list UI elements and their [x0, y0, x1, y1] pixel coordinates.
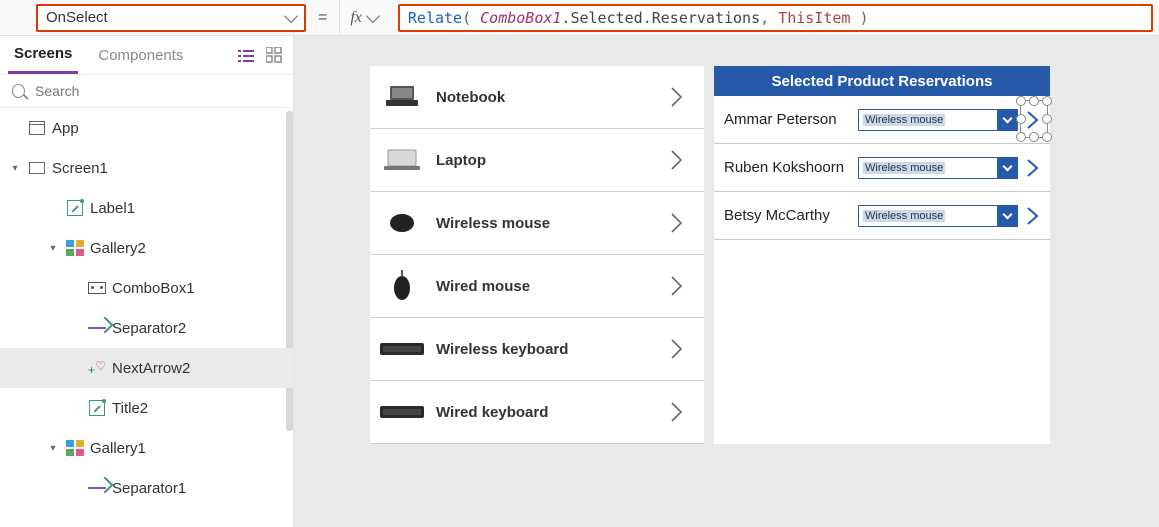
stage: Notebook Laptop Wireless mouse Wired mouse W… [370, 66, 1050, 444]
tree-panel: Screens Components App ▾ Screen1 Label1 ▾ Gal… [0, 36, 294, 527]
canvas[interactable]: Notebook Laptop Wireless mouse Wired mouse W… [294, 36, 1159, 527]
tree-node-combobox1[interactable]: ComboBox1 [0, 268, 293, 308]
tree-node-separator2[interactable]: Separator2 [0, 308, 293, 348]
tree-node-gallery2[interactable]: ▾ Gallery2 [0, 228, 293, 268]
chevron-right-icon[interactable] [670, 212, 694, 234]
product-image [380, 270, 424, 302]
product-label: Wired mouse [436, 278, 670, 295]
label-icon [60, 200, 90, 216]
list-view-icon[interactable] [235, 44, 257, 66]
tree-node-label: Title2 [112, 400, 148, 417]
tree-node-gallery1[interactable]: ▾ Gallery1 [0, 428, 293, 468]
reservation-combobox[interactable]: Wireless mouse [858, 109, 1018, 131]
reservation-row[interactable]: Ammar PetersonWireless mouse [714, 96, 1050, 144]
product-row[interactable]: Wired keyboard [370, 381, 704, 444]
fx-section: fx [339, 0, 398, 35]
product-image [380, 396, 424, 428]
chevron-down-icon [284, 9, 298, 23]
tree-node-label: App [52, 120, 79, 137]
gallery-reservations[interactable]: Selected Product Reservations Ammar Pete… [714, 66, 1050, 444]
gallery-products[interactable]: Notebook Laptop Wireless mouse Wired mouse W… [370, 66, 704, 444]
next-arrow-icon[interactable] [1022, 109, 1044, 131]
tab-screens[interactable]: Screens [8, 36, 78, 74]
twisty-icon[interactable]: ▾ [46, 443, 60, 454]
property-selector[interactable]: OnSelect [36, 4, 306, 32]
reservation-name: Ammar Peterson [724, 111, 858, 128]
product-image [380, 207, 424, 239]
twisty-icon[interactable]: ▾ [46, 243, 60, 254]
chevron-down-icon[interactable] [997, 110, 1017, 130]
tree-node-label: Gallery1 [90, 440, 146, 457]
search-box[interactable] [0, 74, 293, 108]
product-image [380, 144, 424, 176]
sep-icon [82, 321, 112, 335]
formula-input[interactable]: Relate( ComboBox1.Selected.Reservations,… [398, 4, 1153, 32]
reservation-combobox[interactable]: Wireless mouse [858, 205, 1018, 227]
formula-bar: OnSelect = fx Relate( ComboBox1.Selected… [0, 0, 1159, 36]
chevron-down-icon[interactable] [997, 206, 1017, 226]
tree-tabs: Screens Components [0, 36, 293, 74]
reservation-name: Ruben Kokshoorn [724, 159, 858, 176]
formula-text: Relate( ComboBox1.Selected.Reservations,… [408, 9, 869, 27]
app-icon [22, 121, 52, 135]
search-input[interactable] [33, 82, 281, 100]
chevron-right-icon[interactable] [670, 86, 694, 108]
chevron-right-icon[interactable] [670, 275, 694, 297]
fx-label: fx [350, 9, 362, 27]
tree-node-app[interactable]: App [0, 108, 293, 148]
combo-icon [82, 282, 112, 294]
tree-node-separator1[interactable]: Separator1 [0, 468, 293, 508]
product-label: Laptop [436, 152, 670, 169]
reservations-header: Selected Product Reservations [714, 66, 1050, 96]
product-row[interactable]: Wireless keyboard [370, 318, 704, 381]
product-row[interactable]: Laptop [370, 129, 704, 192]
tree-node-label: Label1 [90, 200, 135, 217]
next-arrow-icon[interactable] [1022, 205, 1044, 227]
chevron-right-icon[interactable] [670, 338, 694, 360]
tree-node-label: Separator2 [112, 320, 186, 337]
chevron-down-icon[interactable] [366, 9, 380, 23]
chevron-right-icon[interactable] [670, 401, 694, 423]
equals-sign: = [318, 9, 327, 27]
gallery-icon [60, 240, 90, 256]
tree-node-title2[interactable]: Title2 [0, 388, 293, 428]
gallery-icon [60, 440, 90, 456]
tab-components[interactable]: Components [92, 36, 189, 74]
reservation-name: Betsy McCarthy [724, 207, 858, 224]
product-label: Notebook [436, 89, 670, 106]
label-icon [82, 400, 112, 416]
tree-node-screen1[interactable]: ▾ Screen1 [0, 148, 293, 188]
product-row[interactable]: Wired mouse [370, 255, 704, 318]
tree-node-label: Screen1 [52, 160, 108, 177]
screen-icon [22, 162, 52, 174]
tree-node-nextarrow2[interactable]: +♡NextArrow2 [0, 348, 293, 388]
sep-icon [82, 481, 112, 495]
arrow-icon: +♡ [82, 360, 112, 376]
property-selector-value: OnSelect [46, 9, 286, 26]
reservation-combobox[interactable]: Wireless mouse [858, 157, 1018, 179]
grid-view-icon[interactable] [263, 44, 285, 66]
reservation-row[interactable]: Ruben KokshoornWireless mouse [714, 144, 1050, 192]
tree-node-label: Gallery2 [90, 240, 146, 257]
tree-node-label: NextArrow2 [112, 360, 190, 377]
product-label: Wireless keyboard [436, 341, 670, 358]
product-image [380, 81, 424, 113]
product-label: Wireless mouse [436, 215, 670, 232]
search-icon [12, 84, 25, 98]
reservation-row[interactable]: Betsy McCarthyWireless mouse [714, 192, 1050, 240]
chevron-down-icon[interactable] [997, 158, 1017, 178]
product-row[interactable]: Notebook [370, 66, 704, 129]
tree: App ▾ Screen1 Label1 ▾ Gallery2 ComboBox1 Separ… [0, 108, 293, 527]
product-row[interactable]: Wireless mouse [370, 192, 704, 255]
product-label: Wired keyboard [436, 404, 670, 421]
tree-node-label: ComboBox1 [112, 280, 195, 297]
tree-node-label: Separator1 [112, 480, 186, 497]
chevron-right-icon[interactable] [670, 149, 694, 171]
product-image [380, 333, 424, 365]
tree-node-label1[interactable]: Label1 [0, 188, 293, 228]
next-arrow-icon[interactable] [1022, 157, 1044, 179]
twisty-icon[interactable]: ▾ [8, 163, 22, 174]
